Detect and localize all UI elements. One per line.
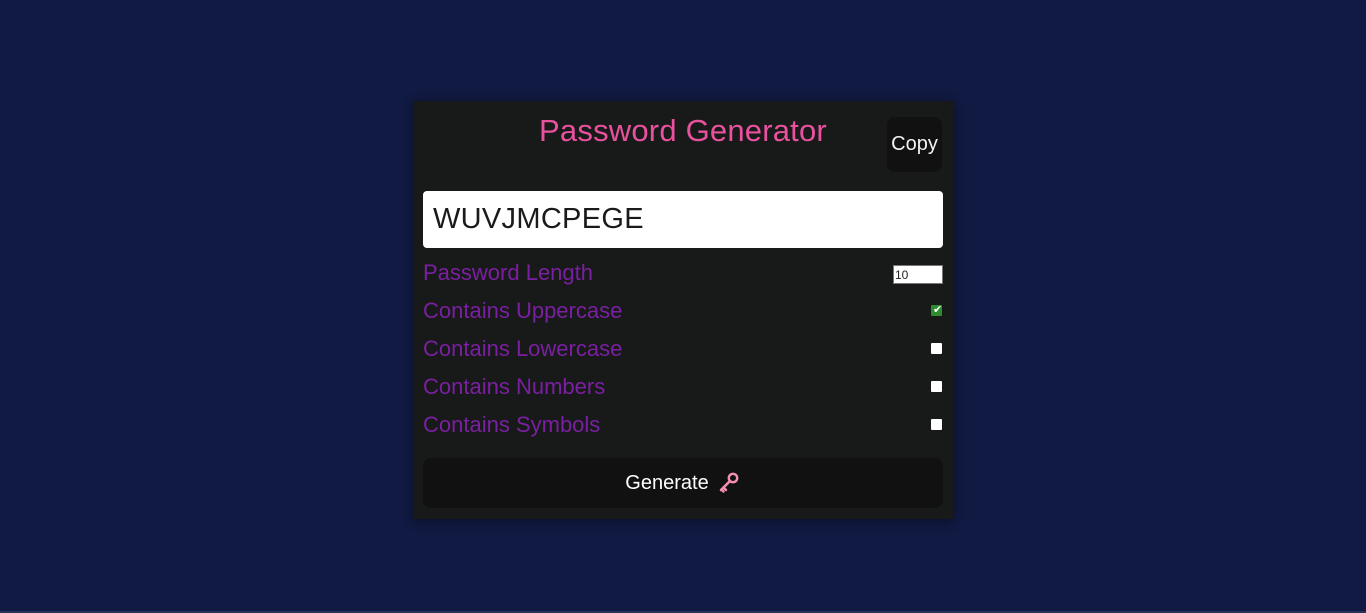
password-length-label: Password Length: [423, 260, 593, 285]
option-symbols: Contains Symbols: [423, 410, 943, 440]
numbers-checkbox[interactable]: [931, 381, 942, 392]
password-result-text: WUVJMCPEGE: [433, 203, 644, 235]
option-lowercase: Contains Lowercase: [423, 334, 943, 364]
password-length-input[interactable]: [893, 265, 943, 284]
numbers-label: Contains Numbers: [423, 374, 606, 399]
page-title: Password Generator: [539, 113, 827, 148]
option-uppercase: Contains Uppercase ✔: [423, 296, 943, 326]
generate-button[interactable]: Generate: [423, 458, 943, 508]
lowercase-label: Contains Lowercase: [423, 336, 623, 361]
uppercase-checkbox[interactable]: ✔: [931, 303, 943, 316]
uppercase-label: Contains Uppercase: [423, 298, 623, 323]
option-numbers: Contains Numbers: [423, 372, 943, 402]
lowercase-checkbox[interactable]: [931, 343, 942, 354]
symbols-label: Contains Symbols: [423, 412, 601, 437]
key-icon: [717, 471, 741, 495]
symbols-checkbox[interactable]: [931, 419, 942, 430]
option-password-length: Password Length: [423, 258, 943, 288]
generate-label: Generate: [625, 471, 709, 494]
password-result: WUVJMCPEGE: [423, 191, 943, 248]
checkmark-icon: ✔: [933, 303, 943, 316]
copy-button[interactable]: Copy: [887, 117, 942, 172]
password-generator-card: Password Generator Copy WUVJMCPEGE Passw…: [413, 101, 953, 519]
